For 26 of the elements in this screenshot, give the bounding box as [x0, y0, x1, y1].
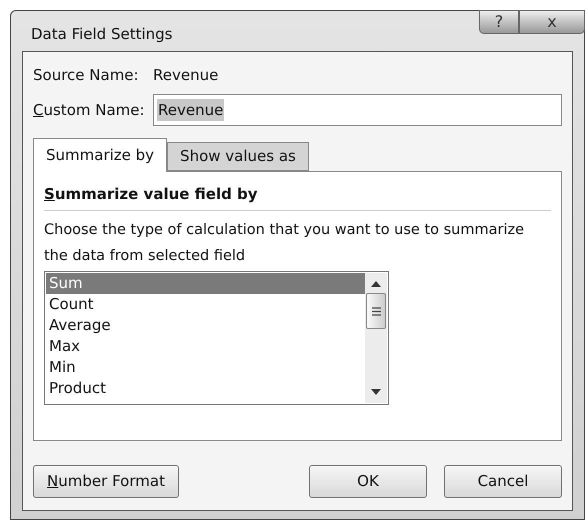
- list-item[interactable]: Count: [46, 294, 365, 315]
- list-item[interactable]: Product: [46, 378, 365, 399]
- scrollbar[interactable]: [365, 273, 387, 403]
- list-item[interactable]: Max: [46, 336, 365, 357]
- custom-name-label: Custom Name:: [33, 100, 146, 121]
- list-item[interactable]: Average: [46, 315, 365, 336]
- scroll-thumb[interactable]: [366, 293, 386, 329]
- tab[interactable]: Summarize by: [33, 138, 168, 172]
- dialog-button[interactable]: Cancel: [444, 465, 562, 498]
- window-title: Data Field Settings: [31, 24, 172, 45]
- grip-icon: [372, 306, 380, 316]
- number-format-button[interactable]: Number Format: [33, 465, 179, 498]
- source-name-label: Source Name:: [33, 64, 140, 86]
- description-text: Choose the type of calculation that you want to use to summarize the data from selected field: [44, 221, 526, 266]
- section-heading: Summarize value field by: [44, 185, 258, 203]
- help-button[interactable]: ?: [479, 10, 519, 34]
- dialog-button[interactable]: OK: [309, 465, 427, 498]
- down-arrow-icon[interactable]: [371, 389, 381, 395]
- calculation-listbox[interactable]: Sum Count Average Max Min Product: [44, 271, 389, 405]
- custom-name-field[interactable]: Revenue: [153, 94, 562, 126]
- source-name-value: Revenue: [153, 64, 218, 86]
- tab[interactable]: Show values as: [167, 142, 309, 171]
- list-item[interactable]: Min: [46, 357, 365, 378]
- list-item[interactable]: Sum: [46, 273, 365, 294]
- close-button[interactable]: x: [519, 10, 585, 34]
- up-arrow-icon[interactable]: [371, 281, 381, 287]
